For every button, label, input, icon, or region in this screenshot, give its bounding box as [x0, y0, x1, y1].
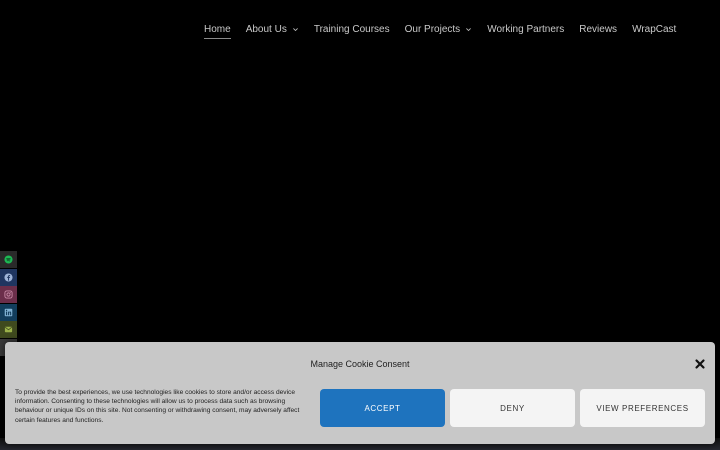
view-preferences-button[interactable]: VIEW PREFERENCES [580, 389, 705, 427]
social-rail [0, 251, 17, 356]
spotify-icon [4, 255, 13, 264]
main-nav: Home About Us Training Courses Our Proje… [204, 18, 676, 40]
accept-button[interactable]: ACCEPT [320, 389, 445, 427]
close-button[interactable] [694, 358, 706, 370]
chevron-down-icon [292, 27, 298, 31]
nav-item-label: About Us [245, 23, 287, 35]
nav-item-label: Reviews [579, 23, 618, 35]
nav-item-about-us[interactable]: About Us [246, 19, 299, 39]
cookie-consent-banner: Manage Cookie Consent To provide the bes… [5, 342, 715, 444]
linkedin-icon [4, 308, 13, 316]
chevron-down-icon [466, 27, 472, 31]
nav-item-working-partners[interactable]: Working Partners [487, 19, 564, 39]
nav-item-reviews[interactable]: Reviews [579, 19, 617, 39]
nav-item-our-projects[interactable]: Our Projects [405, 19, 473, 39]
nav-item-label: Our Projects [404, 23, 461, 35]
nav-item-wrapcast[interactable]: WrapCast [632, 19, 676, 39]
nav-item-label: WrapCast [632, 23, 677, 35]
nav-item-training-courses[interactable]: Training Courses [314, 19, 390, 39]
facebook-icon [4, 272, 13, 282]
close-icon [695, 359, 705, 369]
instagram-link[interactable] [0, 286, 17, 303]
nav-item-label: Training Courses [313, 23, 390, 35]
spotify-link[interactable] [0, 251, 17, 268]
email-icon [4, 326, 13, 333]
linkedin-link[interactable] [0, 303, 17, 321]
nav-item-home[interactable]: Home [204, 19, 231, 39]
facebook-link[interactable] [0, 268, 17, 286]
instagram-icon [4, 290, 13, 299]
nav-item-label: Working Partners [487, 23, 565, 35]
cookie-consent-text: To provide the best experiences, we use … [15, 389, 300, 424]
cookie-consent-title: Manage Cookie Consent [310, 359, 410, 369]
nav-item-label: Home [204, 23, 231, 35]
email-link[interactable] [0, 321, 17, 338]
deny-button[interactable]: DENY [450, 389, 575, 427]
